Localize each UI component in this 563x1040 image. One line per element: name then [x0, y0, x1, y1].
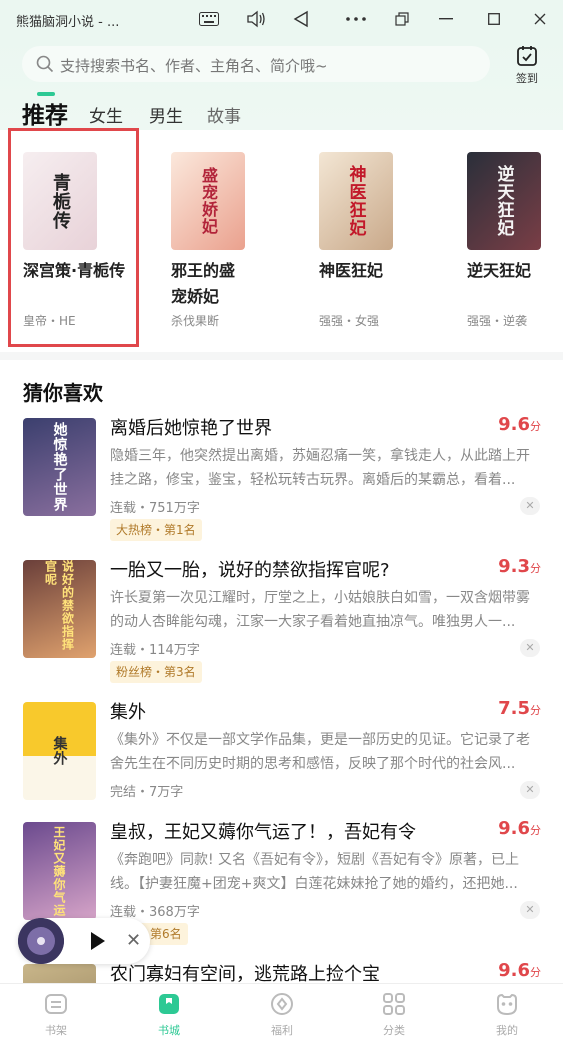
window-titlebar: 熊猫脑洞小说 - ...: [0, 0, 563, 38]
book-meta: 强强・逆袭: [467, 314, 528, 328]
book-description: 隐婚三年，他突然提出离婚，苏婳忍痛一笑，拿钱走人，从此踏上开挂之路，修宝，鉴宝，…: [110, 448, 530, 488]
list-item[interactable]: 她惊艳了世界 离婚后她惊艳了世界 9.6分 隐婚三年，他突然提出离婚，苏婳忍痛一…: [0, 414, 563, 558]
search-icon: [36, 55, 54, 73]
checkin-button[interactable]: 签到: [510, 44, 544, 86]
bookshelf-icon: [45, 994, 67, 1014]
dismiss-icon[interactable]: ✕: [520, 639, 540, 657]
book-score: 9.6分: [498, 414, 541, 435]
top-header: 支持搜索书名、作者、主角名、简介哦~ 签到 推荐 女生 男生 故事: [0, 38, 563, 130]
window-title: 熊猫脑洞小说 - ...: [16, 15, 120, 30]
tab-recommend[interactable]: 推荐: [22, 96, 68, 130]
book-cover: 她惊艳了世界: [23, 418, 96, 516]
book-score: 9.6分: [498, 818, 541, 839]
book-meta: 强强・女强: [319, 314, 380, 328]
bookstore-icon: [159, 994, 179, 1014]
book-meta: 杀伐果断: [171, 314, 220, 328]
keyboard-icon[interactable]: [196, 5, 222, 33]
player-cover[interactable]: [18, 918, 64, 964]
book-title: 一胎又一胎，说好的禁欲指挥官呢?: [110, 560, 390, 581]
nav-profile[interactable]: 我的: [477, 992, 537, 1038]
section-title: 猜你喜欢: [23, 381, 103, 405]
tab-male[interactable]: 男生: [149, 102, 183, 127]
book-cover: [23, 964, 96, 983]
book-title: 皇叔，王妃又薅你气运了！，吾妃有令: [110, 822, 416, 843]
book-score: 7.5分: [498, 698, 541, 719]
book-cover: 神医狂妃: [319, 152, 393, 250]
book-description: 许长夏第一次见江耀时，厅堂之上，小姑娘肤白如雪，一双含烟带雾的动人杏眸能勾魂，江…: [110, 590, 530, 630]
book-cover: 逆天狂妃: [467, 152, 541, 250]
book-cover: 说好的禁欲指挥官呢: [23, 560, 96, 658]
restore-window-icon[interactable]: [392, 5, 412, 33]
back-triangle-icon[interactable]: [290, 5, 312, 33]
play-icon[interactable]: [88, 930, 108, 952]
book-cover: 盛宠娇妃: [171, 152, 245, 250]
bottom-navigation: 书架 书城 福利 分类 我的: [0, 983, 563, 1040]
search-input[interactable]: 支持搜索书名、作者、主角名、简介哦~: [22, 46, 490, 82]
nav-welfare[interactable]: 福利: [252, 992, 312, 1038]
minimize-icon[interactable]: [436, 5, 456, 33]
player-close-icon[interactable]: ✕: [126, 930, 141, 951]
mini-player[interactable]: ✕: [18, 918, 150, 964]
volume-icon[interactable]: [244, 5, 268, 33]
book-description: 《集外》不仅是一部文学作品集，更是一部历史的见证。它记录了老舍先生在不同历史时期…: [110, 732, 530, 772]
book-title: 逆天狂妃: [467, 261, 532, 280]
search-placeholder: 支持搜索书名、作者、主角名、简介哦~: [60, 57, 328, 75]
active-tab-indicator: [37, 92, 55, 96]
tab-female[interactable]: 女生: [89, 102, 123, 127]
checkin-label: 签到: [516, 72, 538, 85]
book-cover: 集外: [23, 702, 96, 800]
book-score: 9.6分: [498, 962, 541, 981]
nav-category[interactable]: 分类: [364, 992, 424, 1038]
selection-highlight-box: [8, 128, 139, 347]
list-item[interactable]: 农门寡妇有空间，逃荒路上捡个宝 9.6分: [0, 962, 563, 983]
book-meta: 连载・751万字: [110, 501, 200, 516]
dismiss-icon[interactable]: ✕: [520, 781, 540, 799]
book-cover: 王妃又薅你气运: [23, 822, 96, 920]
book-title: 邪王的盛宠娇妃: [171, 261, 236, 306]
category-icon: [383, 993, 405, 1015]
book-meta: 完结・7万字: [110, 785, 184, 800]
rank-badge: 粉丝榜・第3名: [110, 661, 202, 683]
category-tabs: 推荐 女生 男生 故事: [0, 98, 563, 130]
welfare-icon: [271, 993, 293, 1015]
nav-bookshelf[interactable]: 书架: [26, 992, 86, 1038]
close-icon[interactable]: [530, 5, 550, 33]
rank-badge: 大热榜・第1名: [110, 519, 202, 541]
calendar-check-icon: [517, 46, 537, 66]
nav-bookstore[interactable]: 书城: [139, 992, 199, 1038]
tab-story[interactable]: 故事: [207, 102, 241, 127]
more-icon[interactable]: [344, 5, 368, 33]
section-divider: [0, 352, 563, 360]
book-title: 农门寡妇有空间，逃荒路上捡个宝: [110, 964, 380, 983]
dismiss-icon[interactable]: ✕: [520, 901, 540, 919]
book-meta: 连载・114万字: [110, 643, 200, 658]
book-title: 神医狂妃: [319, 261, 384, 280]
book-description: 《奔跑吧》同款! 又名《吾妃有令》，短剧《吾妃有令》原著，已上线。【护妻狂魔+团…: [110, 852, 520, 892]
list-item[interactable]: 说好的禁欲指挥官呢 一胎又一胎，说好的禁欲指挥官呢? 9.3分 许长夏第一次见江…: [0, 556, 563, 700]
book-score: 9.3分: [498, 556, 541, 577]
dismiss-icon[interactable]: ✕: [520, 497, 540, 515]
book-title: 离婚后她惊艳了世界: [110, 418, 272, 439]
profile-icon: [497, 993, 517, 1016]
maximize-icon[interactable]: [484, 5, 504, 33]
book-title: 集外: [110, 702, 146, 723]
